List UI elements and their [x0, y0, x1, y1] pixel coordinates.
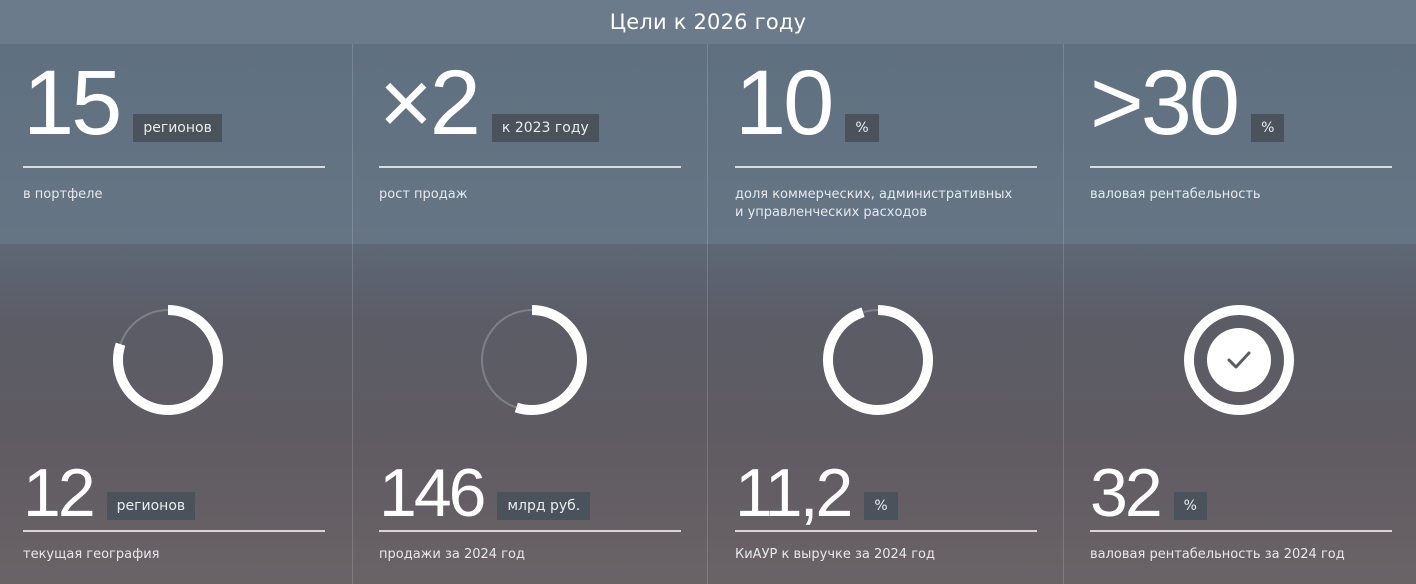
current-unit: %: [864, 492, 898, 520]
current-value: 12: [23, 455, 96, 531]
current-sales: 146 млрд руб. продажи за 2024 год: [379, 455, 681, 582]
progress-ring-sga: [823, 305, 933, 415]
current-unit: млрд руб.: [497, 492, 591, 520]
target-caption: валовая рентабельность: [1090, 187, 1261, 202]
current-unit: %: [1173, 492, 1207, 520]
target-value: ×2: [379, 52, 481, 154]
ring-progress-arc: [823, 305, 933, 415]
current-margin: 32 % валовая рентабельность за 2024 год: [1090, 455, 1392, 582]
progress-ring-sales: [477, 305, 587, 415]
target-caption-line: и управленческих расходов: [735, 205, 928, 220]
target-caption: доля коммерческих, административных и уп…: [735, 186, 1012, 222]
divider-line: [735, 166, 1037, 168]
column-divider: [352, 44, 353, 584]
target-sales-growth: ×2 к 2023 году рост продаж: [379, 52, 681, 240]
divider-line: [1090, 530, 1392, 532]
current-caption: КиАУР к выручке за 2024 год: [735, 547, 935, 562]
target-caption-line: доля коммерческих, административных: [735, 187, 1013, 202]
target-regions: 15 регионов в портфеле: [23, 52, 325, 240]
current-regions: 12 регионов текущая география: [23, 455, 325, 582]
target-unit: регионов: [133, 114, 222, 142]
target-caption: рост продаж: [379, 187, 468, 202]
current-caption: текущая география: [23, 547, 160, 562]
column-divider: [707, 44, 708, 584]
current-caption: продажи за 2024 год: [379, 547, 525, 562]
divider-line: [735, 530, 1037, 532]
target-value: 10: [735, 52, 834, 154]
current-value: 32: [1090, 455, 1163, 531]
current-caption: валовая рентабельность за 2024 год: [1090, 547, 1345, 562]
progress-ring-margin: [1184, 305, 1294, 415]
current-value: 11,2: [735, 455, 853, 531]
divider-line: [379, 166, 681, 168]
page-header: Цели к 2026 году: [0, 0, 1416, 44]
target-caption: в портфеле: [23, 187, 103, 202]
progress-ring-regions: [113, 305, 223, 415]
target-value: 15: [23, 52, 122, 154]
current-value: 146: [379, 455, 486, 531]
divider-line: [379, 530, 681, 532]
divider-line: [23, 166, 325, 168]
target-sga-share: 10 % доля коммерческих, административных…: [735, 52, 1037, 240]
target-gross-margin: >30 % валовая рентабельность: [1090, 52, 1392, 240]
target-unit: %: [845, 114, 879, 142]
target-value: >30: [1090, 52, 1240, 154]
divider-line: [23, 530, 325, 532]
current-unit: регионов: [106, 492, 196, 520]
target-unit: к 2023 году: [491, 114, 599, 142]
page-title: Цели к 2026 году: [609, 10, 807, 34]
current-sga: 11,2 % КиАУР к выручке за 2024 год: [735, 455, 1037, 582]
checkmark-badge: [1207, 328, 1271, 392]
divider-line: [1090, 166, 1392, 168]
column-divider: [1063, 44, 1064, 584]
target-unit: %: [1251, 114, 1285, 142]
